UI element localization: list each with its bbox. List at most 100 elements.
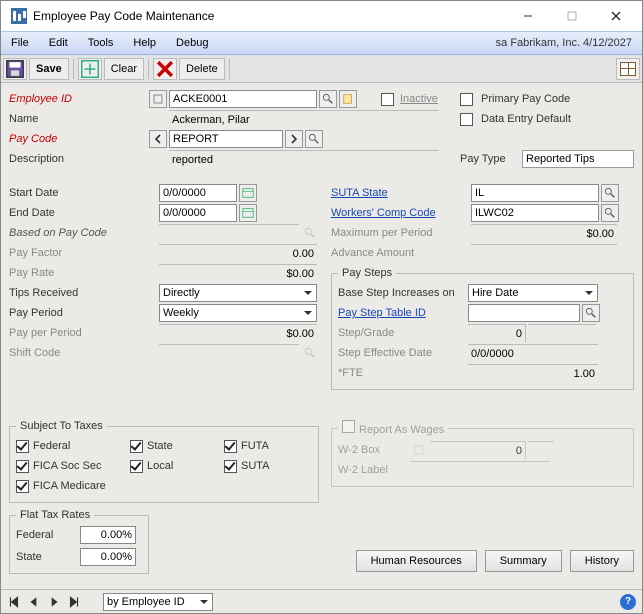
delete-icon-button[interactable] [153,58,177,80]
history-button[interactable]: History [570,550,634,572]
start-date-input[interactable]: 0/0/0000 [159,184,237,202]
step-table-label[interactable]: Pay Step Table ID [338,307,466,319]
menu-help[interactable]: Help [123,32,166,54]
data-entry-default-checkbox[interactable] [460,113,473,126]
shift-code-lookup-icon[interactable] [301,344,319,362]
futa-label: FUTA [241,440,269,452]
wc-code-lookup-icon[interactable] [601,204,619,222]
record-navigator: by Employee ID ? [1,589,642,613]
base-step-label: Base Step Increases on [338,287,466,299]
clear-icon-button[interactable] [78,58,102,80]
pay-period-select[interactable]: Weekly [159,304,317,322]
wc-code-input[interactable]: ILWC02 [471,204,599,222]
step-eff-label: Step Effective Date [338,347,466,359]
menu-tools[interactable]: Tools [78,32,124,54]
step-table-input[interactable] [468,304,580,322]
pay-code-input[interactable]: REPORT [169,130,283,148]
end-date-label: End Date [9,207,157,219]
tips-received-select[interactable]: Directly [159,284,317,302]
nav-next-icon[interactable] [47,595,61,609]
step-eff-value: 0/0/0000 [468,344,598,362]
save-label: Save [36,63,62,75]
save-button[interactable]: Save [29,58,69,80]
suta-state-input[interactable]: IL [471,184,599,202]
report-as-wages-checkbox[interactable] [342,420,355,433]
pay-period-label: Pay Period [9,307,157,319]
state-checkbox[interactable] [130,440,143,453]
save-icon-button[interactable] [3,58,27,80]
pay-type-label: Pay Type [460,153,518,165]
state-label: State [147,440,173,452]
help-icon[interactable]: ? [620,594,636,610]
pay-code-lookup-icon[interactable] [305,130,323,148]
w2-box-value: 0 [430,441,526,459]
end-date-input[interactable]: 0/0/0000 [159,204,237,222]
flat-state-input[interactable]: 0.00% [80,548,136,566]
fica-med-label: FICA Medicare [33,480,106,492]
nav-sort-select[interactable]: by Employee ID [103,593,213,611]
minimize-button[interactable] [506,2,550,30]
wc-code-label[interactable]: Workers' Comp Code [331,207,469,219]
suta-state-label[interactable]: SUTA State [331,187,469,199]
menu-edit[interactable]: Edit [39,32,78,54]
taxes-group: Subject To Taxes Federal State FUTA FICA… [9,420,319,503]
pay-factor-label: Pay Factor [9,247,157,259]
pay-steps-group: Pay Steps Base Step Increases on Hire Da… [331,267,634,390]
menu-file[interactable]: File [1,32,39,54]
step-table-lookup-icon[interactable] [582,304,600,322]
w2-legend-label: Report As Wages [359,424,444,436]
federal-checkbox[interactable] [16,440,29,453]
description-value: reported [169,150,439,168]
pay-per-period-value: $0.00 [159,324,317,342]
fica-med-checkbox[interactable] [16,480,29,493]
human-resources-button[interactable]: Human Resources [356,550,477,572]
excel-button[interactable] [616,58,640,80]
flat-tax-group: Flat Tax Rates Federal 0.00% State 0.00% [9,509,149,574]
employee-id-info-icon[interactable] [149,90,167,108]
employee-id-lookup-icon[interactable] [319,90,337,108]
pay-code-next-icon[interactable] [285,130,303,148]
base-step-select[interactable]: Hire Date [468,284,598,302]
toolbar: Save Clear Delete [1,55,642,83]
window-title: Employee Pay Code Maintenance [33,9,506,23]
summary-button[interactable]: Summary [485,550,562,572]
app-icon [11,8,27,24]
pay-code-prev-icon[interactable] [149,130,167,148]
suta-state-lookup-icon[interactable] [601,184,619,202]
based-on-label: Based on Pay Code [9,227,157,239]
nav-first-icon[interactable] [7,595,21,609]
end-date-calendar-icon[interactable] [239,204,257,222]
local-label: Local [147,460,173,472]
close-button[interactable] [594,2,638,30]
step-grade-extra [528,324,596,342]
step-grade-label: Step/Grade [338,327,466,339]
name-label: Name [9,113,147,125]
nav-last-icon[interactable] [67,595,81,609]
inactive-label: Inactive [400,93,438,105]
menu-status: sa Fabrikam, Inc. 4/12/2027 [486,32,642,54]
local-checkbox[interactable] [130,460,143,473]
suta-checkbox[interactable] [224,460,237,473]
titlebar: Employee Pay Code Maintenance [1,1,642,31]
clear-button[interactable]: Clear [104,58,144,80]
pay-type-value: Reported Tips [522,150,634,168]
primary-pay-code-checkbox[interactable] [460,93,473,106]
suta-label: SUTA [241,460,270,472]
flat-federal-input[interactable]: 0.00% [80,526,136,544]
step-grade-value: 0 [468,324,526,342]
employee-id-input[interactable]: ACKE0001 [169,90,317,108]
w2-box-extra [528,441,554,459]
based-on-lookup-icon[interactable] [301,224,319,242]
pay-factor-value: 0.00 [159,244,317,262]
employee-id-note-icon[interactable] [339,90,357,108]
start-date-calendar-icon[interactable] [239,184,257,202]
flat-tax-legend: Flat Tax Rates [16,509,94,521]
nav-prev-icon[interactable] [27,595,41,609]
maximize-button[interactable] [550,2,594,30]
futa-checkbox[interactable] [224,440,237,453]
menu-debug[interactable]: Debug [166,32,218,54]
advance-label: Advance Amount [331,247,469,259]
inactive-checkbox[interactable] [381,93,394,106]
delete-button[interactable]: Delete [179,58,225,80]
fica-ss-checkbox[interactable] [16,460,29,473]
